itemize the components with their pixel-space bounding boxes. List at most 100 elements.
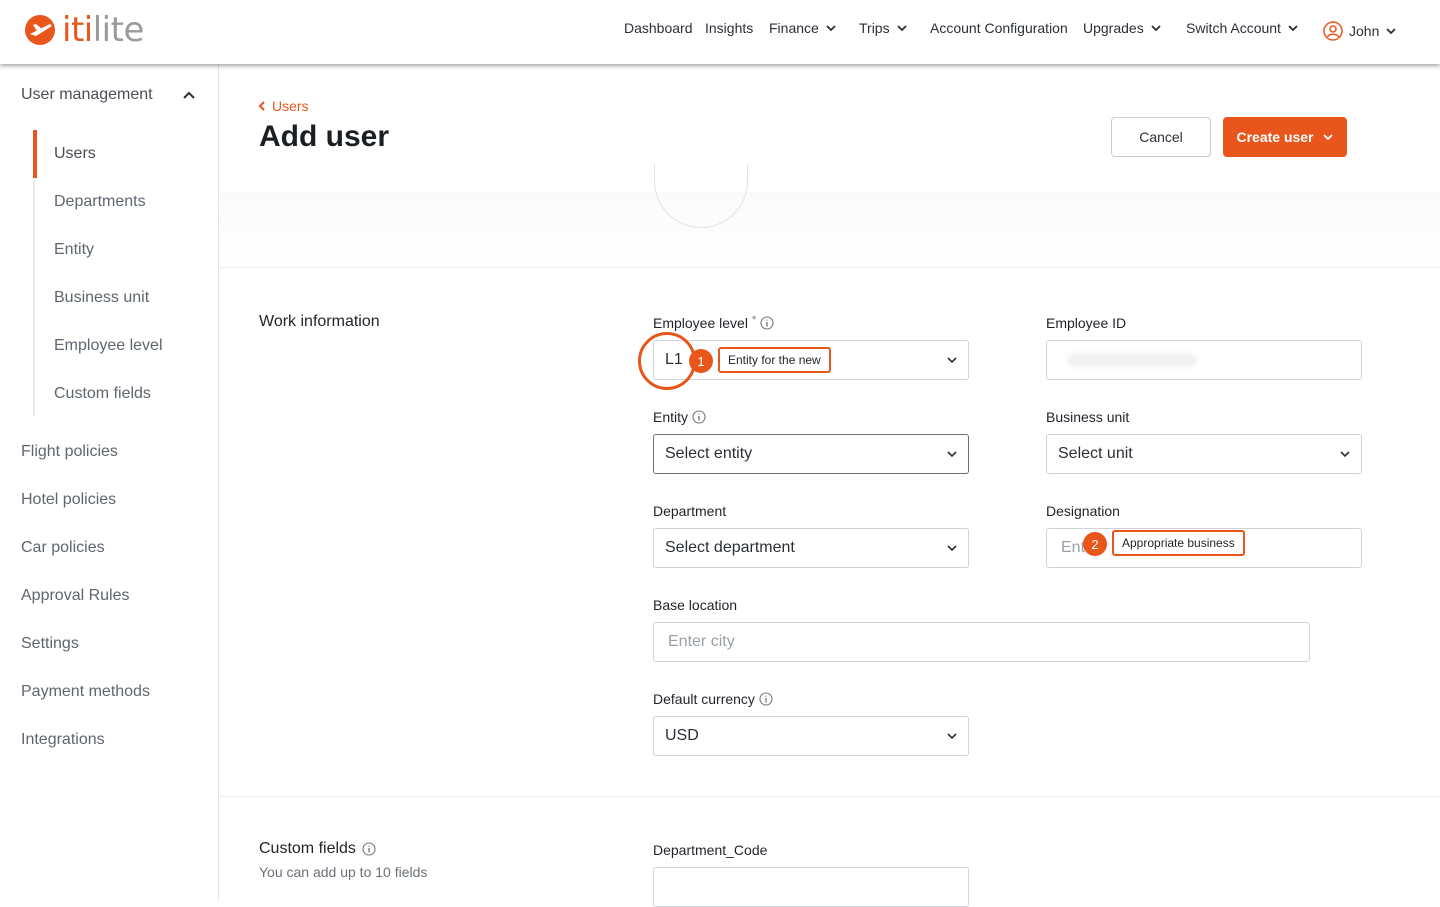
nav-finance-label: Finance [769,20,819,36]
nav-account-configuration-label: Account Configuration [930,20,1068,36]
logo-wordmark: itilite [62,10,144,50]
scrolled-profile-area [220,192,1440,268]
business-unit-label: Business unit [1046,409,1130,425]
department-label: Department [653,503,727,519]
user-name: John [1349,23,1380,39]
nav-trips-label: Trips [859,20,890,36]
info-icon[interactable] [362,842,376,856]
sidebar-item-business-unit[interactable]: Business unit [54,289,149,307]
chevron-down-icon [896,25,907,32]
department-code-input[interactable] [653,867,969,907]
chevron-down-icon [1386,28,1396,35]
designation-placeholder: Ent [1061,539,1086,556]
chevron-down-icon [947,733,957,740]
redacted-value [1067,353,1197,367]
designation-label: Designation [1046,503,1120,519]
chevron-down-icon [1322,134,1333,141]
chevron-down-icon [947,357,957,364]
nav-switch-account-label: Switch Account [1186,20,1281,36]
nav-upgrades-label: Upgrades [1083,20,1144,36]
chevron-down-icon [1288,25,1298,32]
main-content: Users Add user Cancel Create user Work i… [220,64,1440,907]
business-unit-select[interactable]: Select unit [1046,434,1362,474]
chevron-down-icon [826,25,836,32]
required-mark: * [751,314,757,326]
create-user-button[interactable]: Create user [1223,117,1347,157]
entity-label: Entity [653,409,706,425]
sidebar-item-car-policies[interactable]: Car policies [21,539,105,557]
info-icon[interactable] [760,316,774,330]
cancel-button[interactable]: Cancel [1111,117,1211,157]
nav-switch-account[interactable]: Switch Account [1186,20,1299,36]
breadcrumb-back-users[interactable]: Users [258,98,309,114]
create-user-label: Create user [1236,129,1314,145]
itilite-logo[interactable]: itilite [24,10,144,50]
base-location-input[interactable]: Enter city [653,622,1310,662]
sidebar-item-integrations[interactable]: Integrations [21,731,105,749]
sidebar-item-departments[interactable]: Departments [54,193,146,211]
info-icon[interactable] [759,692,773,706]
section-divider [220,796,1440,797]
user-menu[interactable]: John [1323,21,1397,41]
work-information-title: Work information [259,313,380,330]
default-currency-label: Default currency [653,691,773,707]
sidebar-item-hotel-policies[interactable]: Hotel policies [21,491,116,509]
sidebar-item-settings[interactable]: Settings [21,635,79,653]
highlight-ring [638,332,696,390]
nav-insights[interactable]: Insights [705,20,753,36]
entity-label-text: Entity [653,409,689,425]
sidebar-item-users[interactable]: Users [54,145,96,163]
sidebar-item-payment-methods[interactable]: Payment methods [21,683,150,701]
chevron-up-icon[interactable] [182,88,196,102]
chevron-left-icon [258,101,265,111]
custom-fields-title: Custom fields [259,840,376,858]
step-1-tooltip: Entity for the new [718,347,831,373]
sidebar-item-entity[interactable]: Entity [54,241,94,259]
nav-dashboard-label: Dashboard [624,20,693,36]
default-currency-select[interactable]: USD [653,716,969,756]
sidebar-item-custom-fields[interactable]: Custom fields [54,385,151,403]
page-title: Add user [259,120,390,153]
nav-account-configuration[interactable]: Account Configuration [930,20,1068,36]
department-select[interactable]: Select department [653,528,969,568]
custom-fields-hint: You can add up to 10 fields [259,864,428,880]
department-select-value: Select department [665,539,795,556]
chevron-down-icon [1151,25,1161,32]
step-1-badge: 1 [689,349,713,373]
active-indicator [33,130,37,178]
chevron-down-icon [947,451,957,458]
default-currency-value: USD [665,727,699,744]
employee-level-label-text: Employee level [653,315,748,331]
sidebar-item-flight-policies[interactable]: Flight policies [21,443,118,461]
default-currency-label-text: Default currency [653,691,755,707]
user-avatar-icon [1323,21,1343,41]
nav-upgrades[interactable]: Upgrades [1083,20,1162,36]
plane-logo-icon [24,12,60,48]
base-location-placeholder: Enter city [668,633,735,650]
nav-finance[interactable]: Finance [769,20,837,36]
sidebar: User management Users Departments Entity… [0,64,219,900]
sidebar-item-approval-rules[interactable]: Approval Rules [21,587,130,605]
entity-select[interactable]: Select entity [653,434,969,474]
base-location-label: Base location [653,597,738,613]
sidebar-header-user-management[interactable]: User management [21,86,153,104]
step-2-tooltip: Appropriate business [1112,530,1245,556]
top-navigation-bar: itilite Dashboard Insights Finance Trips… [0,0,1440,64]
business-unit-select-value: Select unit [1058,445,1133,462]
chevron-down-icon [947,545,957,552]
nav-dashboard[interactable]: Dashboard [624,20,693,36]
employee-level-label: Employee level * [653,314,774,331]
employee-id-input[interactable] [1046,340,1362,380]
nav-trips[interactable]: Trips [859,20,908,36]
step-2-badge: 2 [1083,532,1107,556]
department-code-label: Department_Code [653,842,768,858]
breadcrumb-label: Users [272,98,309,114]
employee-id-label: Employee ID [1046,315,1127,331]
section-divider [220,267,1440,268]
entity-select-value: Select entity [665,445,753,462]
sidebar-item-employee-level[interactable]: Employee level [54,337,163,355]
nav-insights-label: Insights [705,20,754,36]
info-icon[interactable] [692,410,706,424]
chevron-down-icon [1340,451,1350,458]
custom-fields-title-text: Custom fields [259,840,356,857]
